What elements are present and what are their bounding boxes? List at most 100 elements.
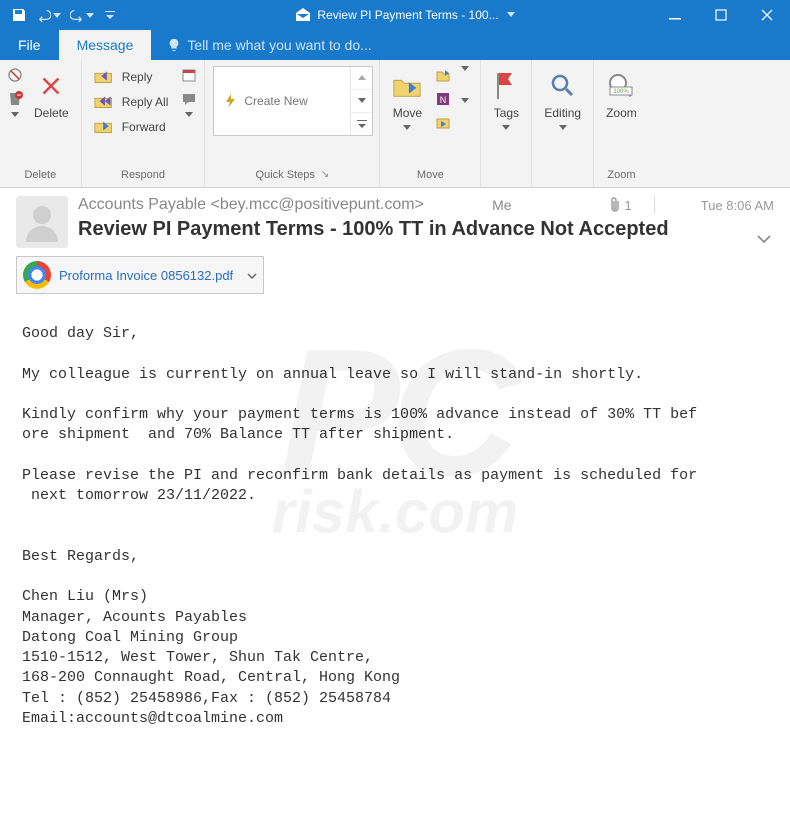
attachment-chip[interactable]: Proforma Invoice 0856132.pdf [16, 256, 264, 294]
forward-button[interactable]: Forward [88, 116, 175, 138]
caret-down-icon [461, 66, 469, 72]
tags-button[interactable]: Tags [485, 64, 527, 137]
move-button[interactable]: Move [384, 64, 430, 137]
undo-button[interactable] [34, 2, 64, 28]
junk-icon [7, 91, 23, 107]
maximize-icon [715, 9, 727, 21]
junk-dropdown[interactable] [4, 110, 26, 120]
reply-all-icon [94, 94, 116, 110]
delete-button[interactable]: Delete [26, 64, 77, 122]
avatar [16, 196, 68, 248]
paperclip-icon [609, 197, 621, 213]
flag-icon [493, 71, 519, 101]
rules-dropdown[interactable] [454, 64, 476, 74]
expand-icon [357, 120, 367, 128]
quicksteps-up[interactable] [351, 67, 372, 90]
caret-up-icon [358, 75, 366, 81]
maximize-button[interactable] [698, 0, 744, 30]
group-label: Delete [4, 165, 77, 187]
separator [654, 196, 655, 214]
rules-button[interactable] [432, 64, 454, 86]
subject: Review PI Payment Terms - 100% TT in Adv… [78, 218, 774, 241]
caret-down-icon [185, 112, 193, 118]
meeting-icon [181, 67, 197, 83]
ribbon-group-move: Move N Move [380, 60, 481, 187]
junk-button[interactable] [4, 88, 26, 110]
ribbon: Delete Delete Reply Reply All Forward [0, 60, 790, 188]
svg-text:N: N [440, 95, 447, 105]
qat-dropdown-icon[interactable] [100, 8, 120, 22]
redo-button[interactable] [64, 2, 100, 28]
attachment-dropdown[interactable] [247, 268, 257, 283]
chrome-icon [23, 261, 51, 289]
lightbulb-icon [167, 38, 181, 52]
date-field: Tue 8:06 AM [701, 198, 774, 213]
ribbon-group-tags: Tags Tags [481, 60, 532, 187]
quicksteps-scroll [350, 67, 372, 135]
tab-message[interactable]: Message [59, 30, 152, 60]
im-icon [181, 91, 197, 107]
reply-all-button[interactable]: Reply All [88, 91, 175, 113]
svg-text:100%: 100% [614, 89, 630, 95]
attachment-count: 1 [609, 197, 632, 213]
zoom-button[interactable]: 100% Zoom [598, 64, 645, 122]
quickstep-create-new[interactable]: Create New [214, 67, 350, 135]
actions-dropdown[interactable] [454, 96, 476, 106]
rules-icon [435, 67, 451, 83]
group-label: Respond [86, 165, 201, 187]
more-respond-dropdown[interactable] [178, 110, 200, 120]
caret-down-icon [502, 125, 510, 131]
lightning-icon [224, 94, 238, 108]
zoom-icon: 100% [606, 71, 636, 101]
ribbon-group-delete: Delete Delete [0, 60, 82, 187]
chevron-down-icon [756, 233, 772, 245]
quicksteps-expand[interactable] [351, 113, 372, 135]
tab-file[interactable]: File [0, 30, 59, 60]
more-respond-button[interactable] [178, 88, 200, 110]
group-label: Zoom [598, 165, 645, 187]
save-icon [11, 7, 27, 23]
caret-down-icon [559, 125, 567, 131]
person-icon [20, 200, 64, 244]
ribbon-group-editing: Editing . [532, 60, 594, 187]
reply-button[interactable]: Reply [88, 66, 175, 88]
window-title: Review PI Payment Terms - 100... [120, 8, 652, 22]
quicksteps-gallery: Create New [213, 66, 373, 136]
ribbon-group-zoom: 100% Zoom Zoom [594, 60, 649, 187]
caret-down-icon [53, 11, 61, 19]
ribbon-group-quicksteps: Create New Quick Steps ↘ [205, 60, 380, 187]
from-field: Accounts Payable <bey.mcc@positivepunt.c… [78, 196, 480, 214]
group-label: Quick Steps ↘ [209, 165, 375, 187]
actions-button[interactable] [432, 112, 454, 134]
reply-icon [94, 69, 116, 85]
save-button[interactable] [4, 2, 34, 28]
chevron-down-icon [247, 272, 257, 280]
tellme-search[interactable]: Tell me what you want to do... [151, 30, 371, 60]
actions-icon [435, 115, 451, 131]
undo-icon [37, 8, 51, 22]
minimize-button[interactable] [652, 0, 698, 30]
onenote-button[interactable]: N [432, 88, 454, 110]
ignore-button[interactable] [4, 64, 26, 86]
titlebar: Review PI Payment Terms - 100... [0, 0, 790, 30]
message-header: Accounts Payable <bey.mcc@positivepunt.c… [0, 188, 790, 250]
attachments-area: Proforma Invoice 0856132.pdf [0, 250, 790, 296]
find-icon [549, 72, 577, 100]
close-button[interactable] [744, 0, 790, 30]
title-dropdown-icon[interactable] [505, 11, 517, 19]
caret-down-icon [403, 125, 411, 131]
delete-icon [36, 71, 66, 101]
editing-button[interactable]: Editing [536, 64, 589, 137]
collapse-header-button[interactable] [756, 232, 772, 250]
redo-icon [70, 8, 84, 22]
message-body: Good day Sir, My colleague is currently … [0, 296, 790, 749]
mail-open-icon [295, 8, 311, 22]
ribbon-group-respond: Reply Reply All Forward [82, 60, 206, 187]
ignore-icon [7, 67, 23, 83]
dialog-launcher-icon[interactable]: ↘ [321, 169, 329, 181]
quicksteps-down[interactable] [351, 90, 372, 113]
caret-down-icon [358, 98, 366, 104]
group-label: Move [384, 165, 476, 187]
meeting-button[interactable] [178, 64, 200, 86]
move-folder-icon [392, 72, 422, 100]
